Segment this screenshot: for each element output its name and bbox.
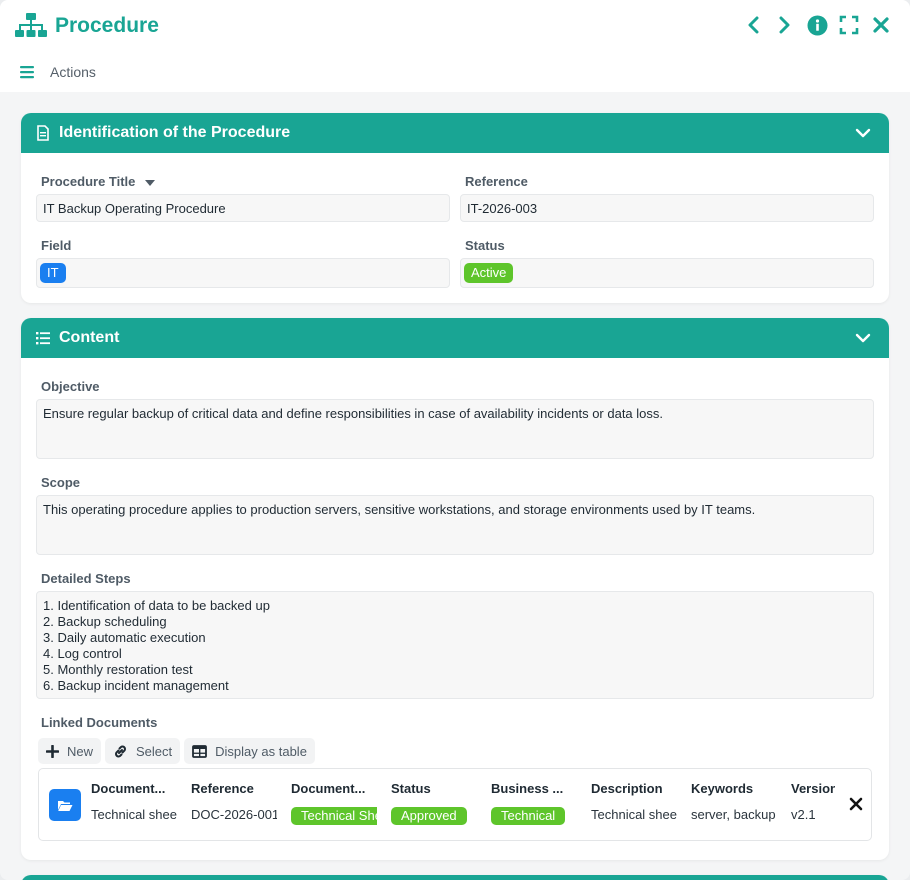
chevron-down-icon[interactable]: [855, 125, 871, 141]
status-selector[interactable]: Active: [460, 258, 874, 288]
procedure-title-label: Procedure Title: [41, 174, 156, 189]
col-keywords: Keywords server, backup: [691, 781, 777, 825]
field-label: Field: [41, 238, 72, 253]
column-header[interactable]: Version: [791, 781, 835, 797]
display-as-table-label: Display as table: [215, 743, 307, 759]
linked-documents-toolbar: New Select Display as table: [38, 738, 315, 764]
col-status: Status Approved: [391, 781, 477, 825]
linked-documents-table: Document... Technical sheet Reference DO…: [38, 768, 872, 841]
content-title: Content: [59, 329, 120, 346]
reference-label: Reference: [465, 174, 528, 189]
table-cell[interactable]: Approved: [391, 807, 477, 825]
table-cell[interactable]: server, backup: [691, 807, 777, 825]
chevron-down-icon[interactable]: [855, 330, 871, 346]
info-icon: [807, 15, 827, 35]
actions-label: Actions: [50, 64, 96, 80]
column-header[interactable]: Document...: [91, 781, 177, 797]
status-badge: Active: [464, 263, 514, 283]
column-header[interactable]: Document...: [291, 781, 377, 797]
col-document-name: Document... Technical sheet: [91, 781, 177, 825]
next-section-header: [21, 875, 889, 880]
table-cell[interactable]: Technical: [491, 807, 577, 825]
scope-label: Scope: [41, 475, 81, 490]
list-icon: [36, 332, 50, 345]
window-title: Procedure: [55, 14, 159, 37]
content-header[interactable]: Content: [21, 318, 889, 358]
col-version: Version v2.1: [791, 781, 835, 825]
status-label: Status: [465, 238, 505, 253]
caret-down-icon[interactable]: [145, 179, 156, 186]
close-icon: [873, 17, 889, 33]
column-header[interactable]: Business ...: [491, 781, 577, 797]
actions-menu[interactable]: Actions: [20, 64, 96, 80]
column-header[interactable]: Description: [591, 781, 677, 797]
org-chart-icon: [15, 13, 47, 37]
window-topbar: Procedure Actions: [0, 0, 910, 92]
objective-label: Objective: [41, 379, 100, 394]
new-document-button[interactable]: New: [38, 738, 102, 764]
table-cell[interactable]: DOC-2026-001: [191, 807, 277, 825]
document-type-badge: Technical Sheet: [291, 807, 377, 825]
procedure-title-label-text: Procedure Title: [41, 174, 136, 189]
window-controls: [742, 14, 892, 36]
scope-textarea[interactable]: This operating procedure applies to prod…: [36, 495, 874, 555]
objective-textarea[interactable]: Ensure regular backup of critical data a…: [36, 399, 874, 459]
previous-button[interactable]: [742, 14, 764, 36]
table-cell[interactable]: Technical sheet: [91, 807, 177, 825]
col-description: Description Technical sheet: [591, 781, 677, 825]
new-label: New: [67, 743, 94, 759]
detailed-steps-textarea[interactable]: 1. Identification of data to be backed u…: [36, 591, 874, 699]
hamburger-icon: [20, 66, 34, 79]
table-cell[interactable]: Technical Sheet: [291, 807, 377, 825]
close-button[interactable]: [870, 14, 892, 36]
col-business: Business ... Technical: [491, 781, 577, 825]
table-icon: [192, 744, 208, 758]
table-cell[interactable]: Technical sheet: [591, 807, 677, 825]
remove-icon[interactable]: [849, 797, 863, 811]
chevron-left-icon: [748, 16, 759, 34]
next-button[interactable]: [774, 14, 796, 36]
folder-open-icon: [58, 800, 73, 811]
procedure-title-field[interactable]: IT Backup Operating Procedure: [36, 194, 450, 222]
info-button[interactable]: [806, 14, 828, 36]
col-reference: Reference DOC-2026-001: [191, 781, 277, 825]
column-header[interactable]: Reference: [191, 781, 277, 797]
folder-icon[interactable]: [49, 789, 81, 821]
chevron-right-icon: [779, 16, 790, 34]
business-badge: Technical: [491, 807, 566, 825]
identification-title: Identification of the Procedure: [59, 124, 291, 141]
content-card: Content Objective Ensure regular backup …: [21, 318, 889, 860]
document-icon: [37, 125, 49, 141]
column-header[interactable]: Status: [391, 781, 477, 797]
field-selector[interactable]: IT: [36, 258, 450, 288]
procedure-window: Procedure Actions Identification of the …: [0, 0, 910, 880]
linked-documents-label: Linked Documents: [41, 715, 158, 730]
select-label: Select: [136, 743, 173, 759]
plus-icon: [46, 744, 59, 758]
column-header[interactable]: Keywords: [691, 781, 777, 797]
detailed-steps-label: Detailed Steps: [41, 571, 131, 586]
field-badge: IT: [40, 263, 66, 283]
fullscreen-button[interactable]: [838, 14, 860, 36]
title-row: Procedure: [15, 12, 159, 40]
reference-field[interactable]: IT-2026-003: [460, 194, 874, 222]
col-document-type: Document... Technical Sheet: [291, 781, 377, 825]
table-cell[interactable]: v2.1: [791, 807, 835, 825]
identification-header[interactable]: Identification of the Procedure: [21, 113, 889, 153]
expand-icon: [839, 15, 859, 35]
select-document-button[interactable]: Select: [105, 738, 181, 764]
link-icon: [115, 745, 126, 757]
document-status-badge: Approved: [391, 807, 467, 825]
identification-card: Identification of the Procedure Procedur…: [21, 113, 889, 303]
display-as-table-button[interactable]: Display as table: [184, 738, 315, 764]
